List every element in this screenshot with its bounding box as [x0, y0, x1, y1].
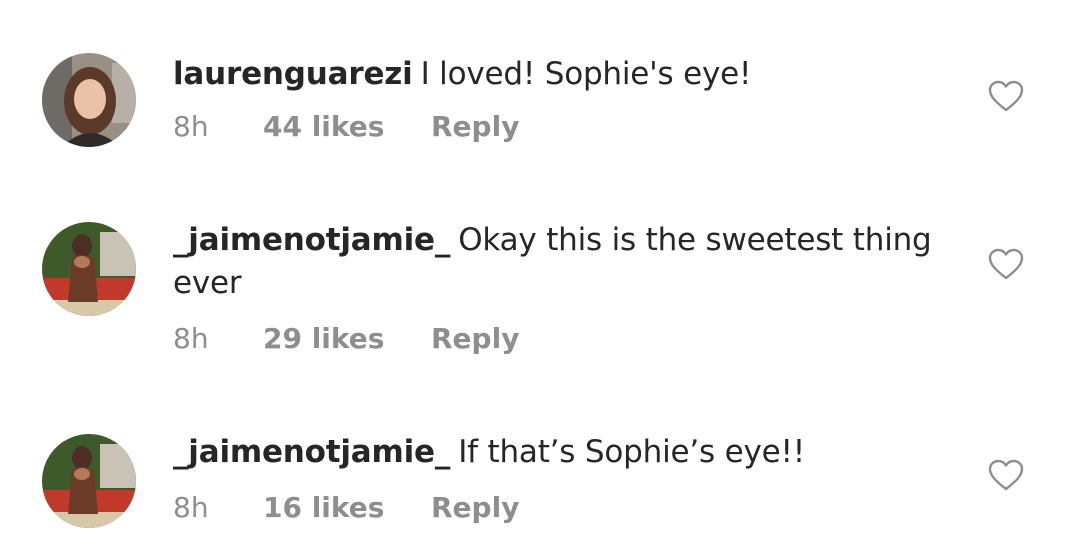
comment-timestamp: 8h [173, 322, 209, 355]
comment-likes-count[interactable]: 16 likes [263, 491, 431, 524]
heart-outline-icon[interactable] [988, 80, 1024, 112]
comment-text-block: _jaimenotjamie_ Okay this is the sweetest… [173, 219, 933, 305]
heart-outline-icon[interactable] [988, 459, 1024, 491]
comment-likes-count[interactable]: 29 likes [263, 322, 431, 355]
avatar[interactable] [42, 434, 136, 528]
comment-timestamp: 8h [173, 491, 209, 524]
heart-outline-icon[interactable] [988, 248, 1024, 280]
comment-username[interactable]: _jaimenotjamie_ [173, 434, 450, 470]
avatar[interactable] [42, 222, 136, 316]
comment-body: If that’s Sophie’s eye!! [458, 434, 805, 470]
comment-body: I loved! Sophie's eye! [420, 56, 752, 92]
comment-text-block: _jaimenotjamie_ If that’s Sophie’s eye!! [173, 431, 933, 474]
reply-button[interactable]: Reply [431, 110, 519, 143]
comment-text-block: laurenguarezi I loved! Sophie's eye! [173, 53, 933, 96]
avatar[interactable] [42, 53, 136, 147]
comment-meta: 8h 29 likes Reply [173, 322, 519, 355]
comment-username[interactable]: _jaimenotjamie_ [173, 222, 450, 258]
reply-button[interactable]: Reply [431, 322, 519, 355]
comment-timestamp: 8h [173, 110, 209, 143]
comment-username[interactable]: laurenguarezi [173, 56, 413, 92]
comment-meta: 8h 44 likes Reply [173, 110, 519, 143]
reply-button[interactable]: Reply [431, 491, 519, 524]
comment-likes-count[interactable]: 44 likes [263, 110, 431, 143]
comment-meta: 8h 16 likes Reply [173, 491, 519, 524]
